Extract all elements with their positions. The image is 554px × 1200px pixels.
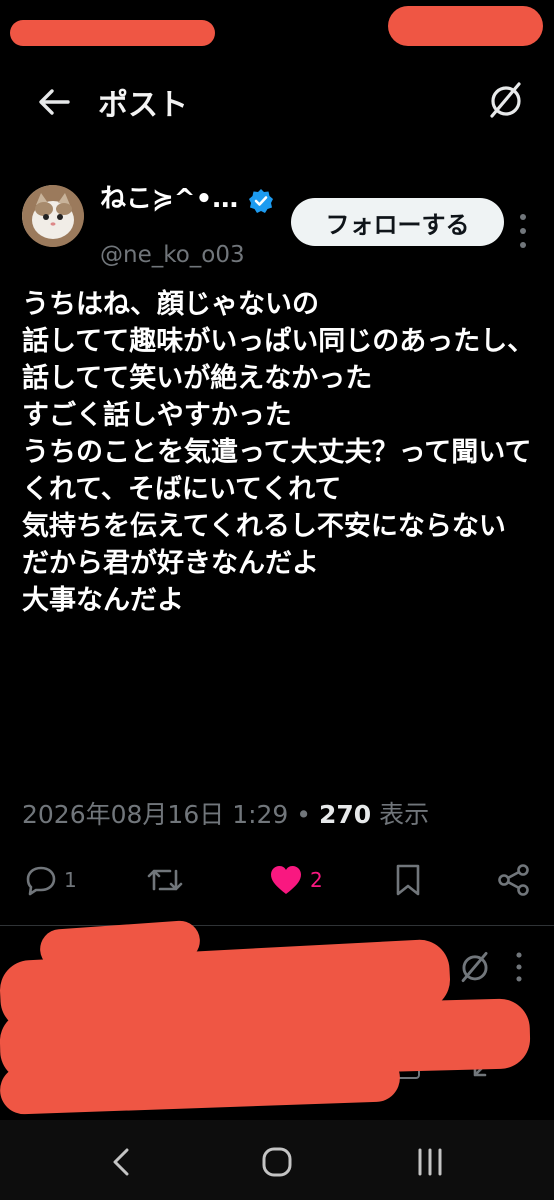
redacted-status-left xyxy=(10,20,215,46)
author-handle[interactable]: @ne_ko_o03 xyxy=(100,242,245,268)
verified-badge-icon xyxy=(249,189,273,213)
tweet-text: うちはね、顔じゃないの 話してて趣味がいっぱい同じのあったし、話してて笑いが絶え… xyxy=(22,289,535,616)
view-count[interactable]: 270 xyxy=(319,800,371,829)
follow-button[interactable]: フォローする xyxy=(291,198,504,246)
redacted-status-right xyxy=(388,6,543,46)
tweet-date: 2026年08月16日 1:29 xyxy=(22,800,289,829)
reply-icon xyxy=(26,866,56,896)
top-app-bar: ポスト xyxy=(0,60,554,140)
page-title: ポスト xyxy=(98,88,188,123)
like-button[interactable]: 2 xyxy=(268,860,323,900)
system-back-icon[interactable] xyxy=(102,1142,142,1182)
bookmark-button[interactable] xyxy=(392,860,424,900)
like-count: 2 xyxy=(310,868,323,892)
reply-count: 1 xyxy=(64,868,77,892)
more-vertical-icon[interactable] xyxy=(513,950,525,984)
grok-icon[interactable] xyxy=(458,950,492,984)
system-recents-icon[interactable] xyxy=(410,1142,450,1182)
share-icon xyxy=(498,864,529,896)
meta-separator: • xyxy=(296,800,312,829)
grok-icon[interactable] xyxy=(486,80,526,120)
bookmark-icon xyxy=(396,864,420,896)
system-navigation-bar xyxy=(0,1120,554,1200)
cat-avatar-image xyxy=(22,185,84,247)
tweet-meta: 2026年08月16日 1:29 • 270 表示 xyxy=(22,795,429,831)
system-home-icon[interactable] xyxy=(257,1142,297,1182)
avatar[interactable] xyxy=(22,185,84,247)
view-label: 表示 xyxy=(379,800,430,829)
arrow-left-icon[interactable] xyxy=(34,82,74,122)
retweet-icon xyxy=(147,869,183,891)
share-button[interactable] xyxy=(496,860,532,900)
divider xyxy=(0,925,554,926)
retweet-button[interactable] xyxy=(146,860,190,900)
heart-icon xyxy=(271,866,301,894)
reply-button[interactable]: 1 xyxy=(24,860,77,900)
author-name[interactable]: ねこ≽^•… xyxy=(100,178,238,215)
more-vertical-icon[interactable] xyxy=(517,211,529,251)
